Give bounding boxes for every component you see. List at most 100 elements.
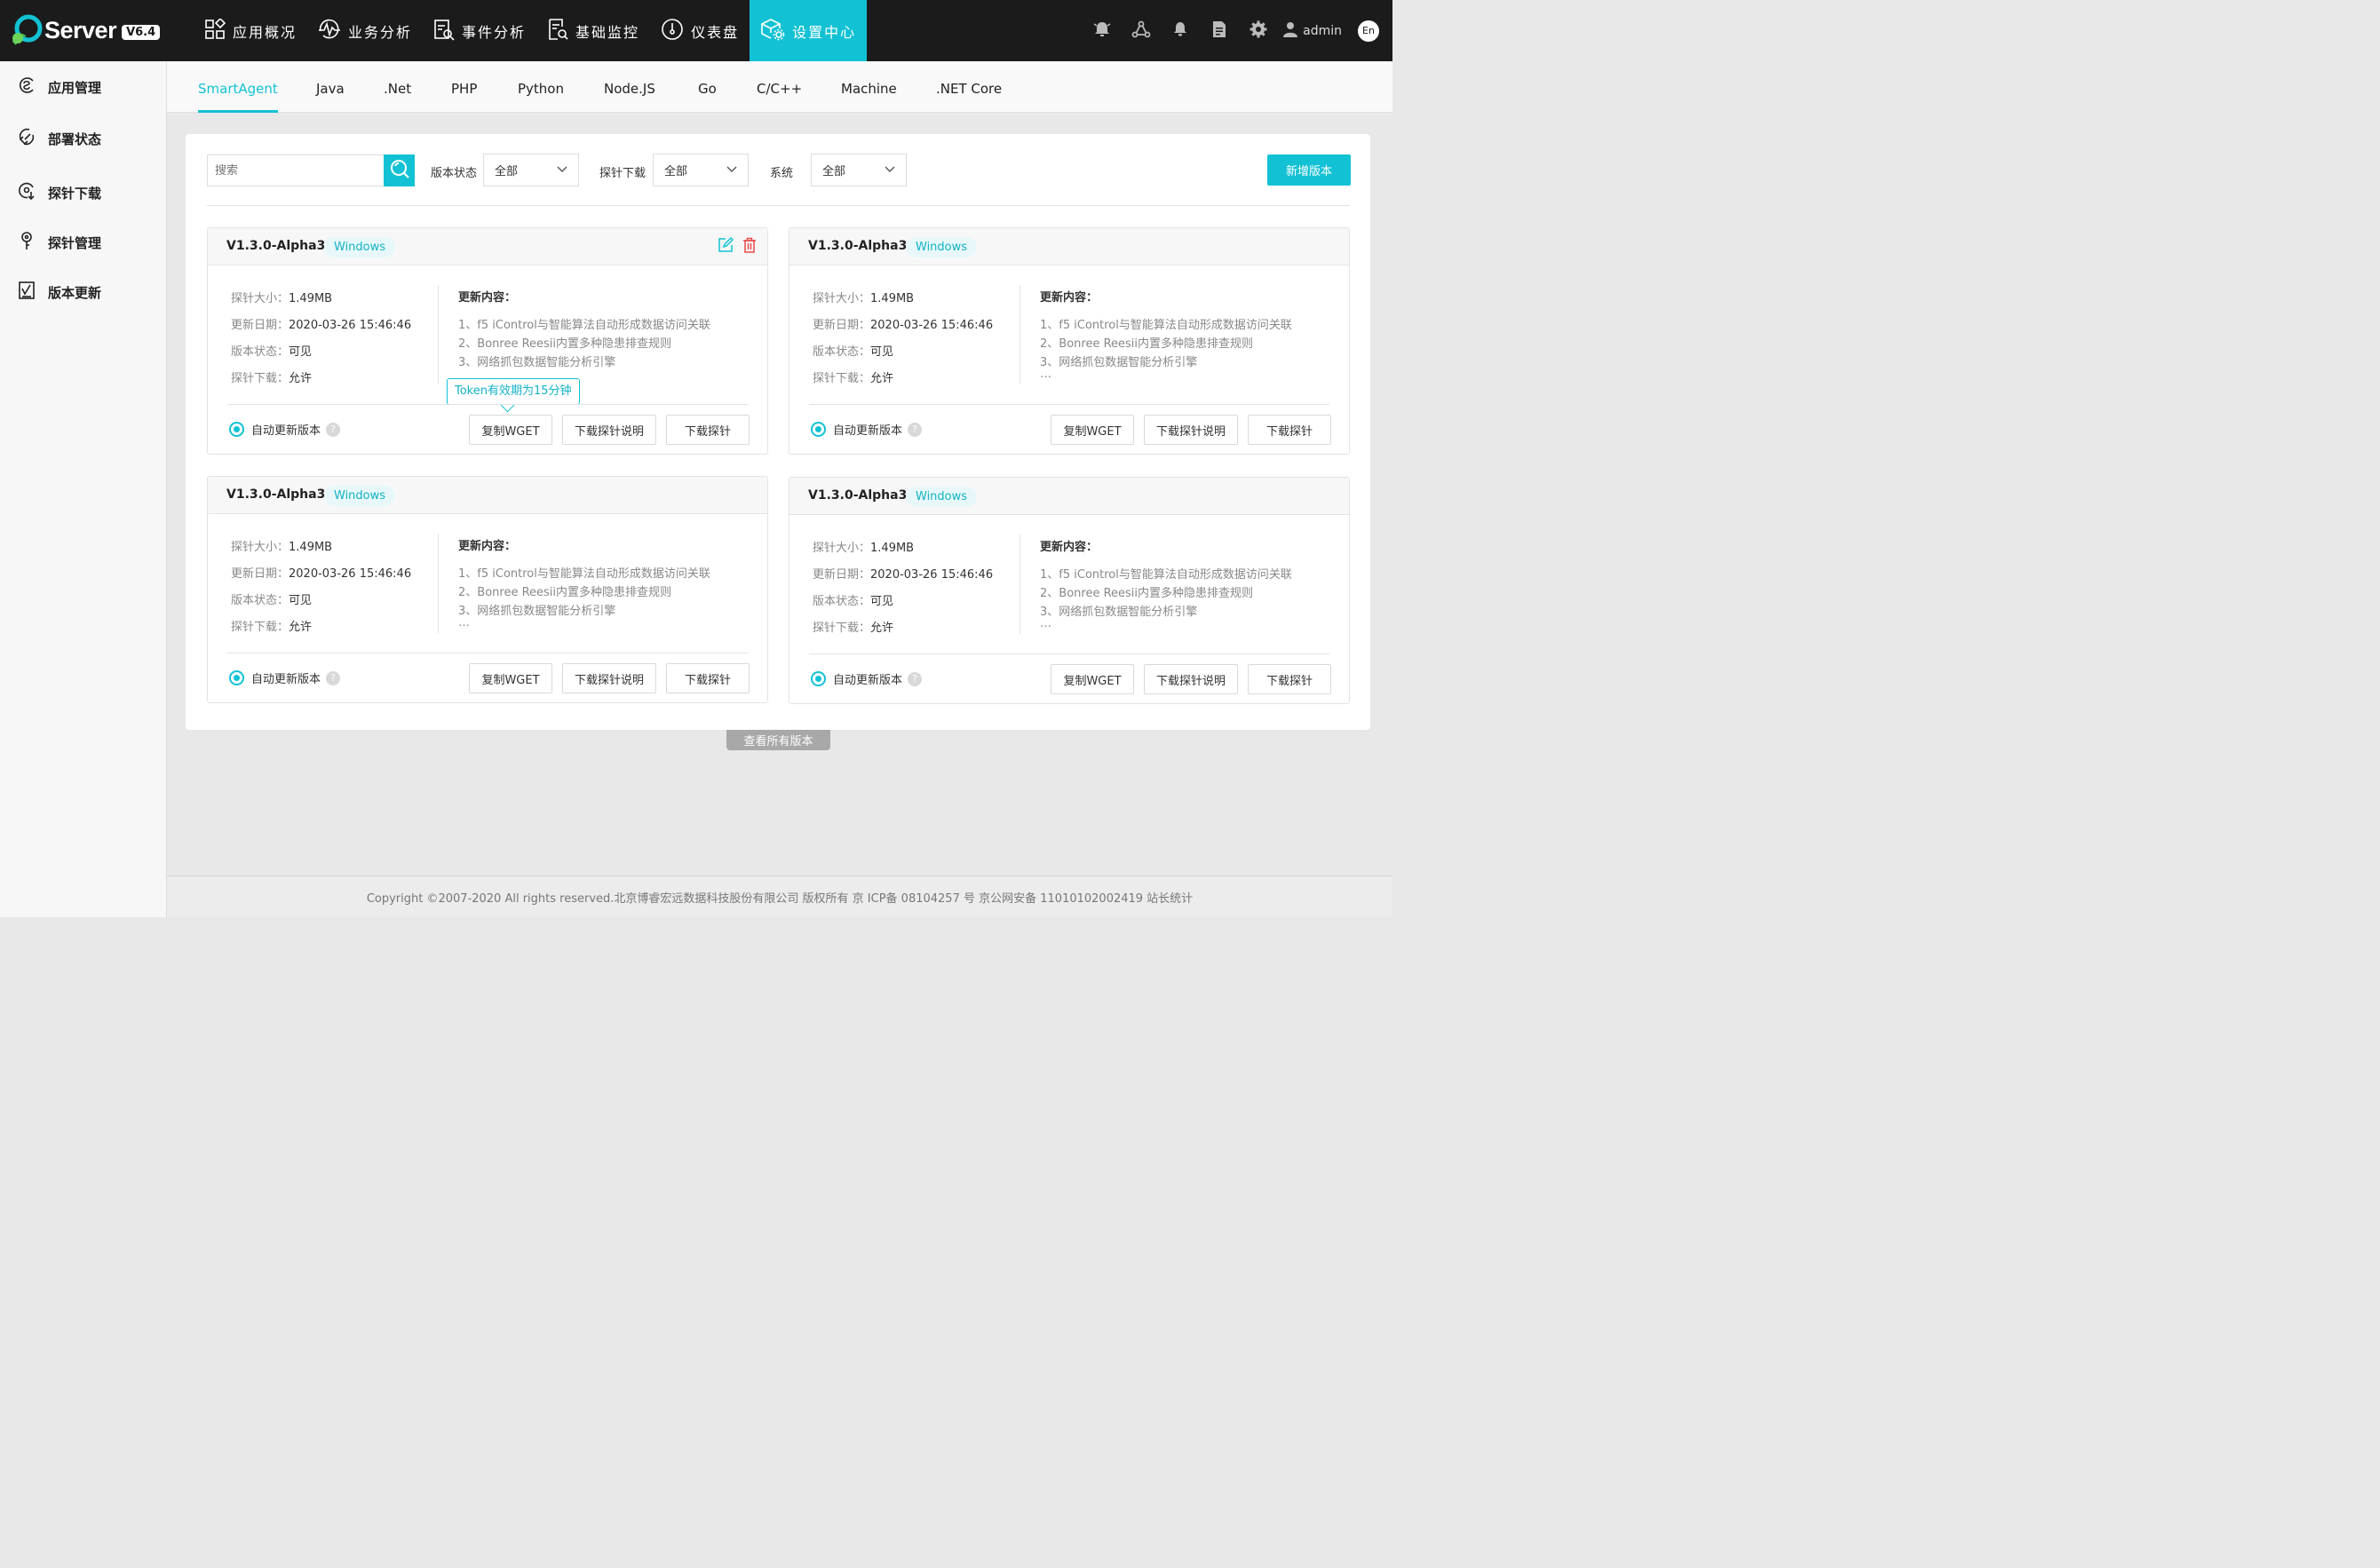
download-probe-button[interactable]: 下载探针 <box>666 663 750 693</box>
help-icon[interactable]: ? <box>326 670 341 685</box>
download-probe-button[interactable]: 下载探针 <box>1248 415 1331 445</box>
header-tools: admin En <box>1083 0 1392 61</box>
sidebar-item-probe-download[interactable]: 探针下载 <box>18 181 101 204</box>
alarm-bell-tool[interactable] <box>1083 0 1122 61</box>
tab-python[interactable]: Python <box>518 61 564 113</box>
app-manage-icon <box>18 75 48 99</box>
search-button[interactable] <box>384 154 415 186</box>
update-line: 3、网络抓包数据智能分析引擎 <box>1040 356 1198 369</box>
card-version: V1.3.0-Alpha33 <box>808 239 916 253</box>
download-doc-button[interactable]: 下载探针说明 <box>562 415 656 445</box>
download-doc-button[interactable]: 下载探针说明 <box>1144 415 1238 445</box>
version-card: V1.3.0-Alpha33 Windows 探针大小：1.49MB 更新日期：… <box>789 227 1350 455</box>
tab-go[interactable]: Go <box>698 61 717 113</box>
nav-business-analysis[interactable]: 业务分析 <box>307 0 423 61</box>
nav-app-overview[interactable]: 应用概况 <box>194 0 307 61</box>
info-value: 可见 <box>289 594 313 607</box>
tab-smartagent[interactable]: SmartAgent <box>198 61 278 113</box>
info-label: 更新日期： <box>231 567 290 581</box>
chevron-down-icon <box>557 163 567 177</box>
probe-download-select[interactable]: 全部 <box>653 154 749 186</box>
view-all-versions-button[interactable]: 查看所有版本 <box>726 730 830 750</box>
info-value: 1.49MB <box>289 541 333 554</box>
auto-update-label: 自动更新版本 <box>833 674 903 687</box>
auto-update-radio[interactable]: 自动更新版本 ? <box>229 421 341 438</box>
version-status-label: 版本状态 <box>431 167 478 180</box>
sidebar-item-label: 部署状态 <box>48 131 102 147</box>
nav-label: 仪表盘 <box>691 23 740 41</box>
docs-tool[interactable] <box>1200 0 1239 61</box>
copy-wget-button[interactable]: 复制WGET <box>469 415 552 445</box>
settings-tool[interactable] <box>1239 0 1278 61</box>
info-value: 1.49MB <box>289 292 333 305</box>
nav-label: 设置中心 <box>792 23 857 41</box>
nav-label: 业务分析 <box>348 23 413 41</box>
divider <box>1019 285 1020 384</box>
system-select[interactable]: 全部 <box>811 154 907 186</box>
info-value: 2020-03-26 15:46:46 <box>870 568 994 582</box>
sidebar-item-label: 探针下载 <box>48 185 102 202</box>
auto-update-radio[interactable]: 自动更新版本 ? <box>811 670 923 687</box>
copy-wget-button[interactable]: 复制WGET <box>1051 664 1134 694</box>
tab-cpp[interactable]: C/C++ <box>757 61 802 113</box>
update-date-row: 更新日期：2020-03-26 15:46:46 <box>231 315 411 332</box>
chevron-down-icon <box>726 163 737 177</box>
sidebar-item-version-update[interactable]: 版本更新 <box>18 281 101 304</box>
nav-basic-monitor[interactable]: 基础监控 <box>536 0 650 61</box>
user-menu[interactable]: admin <box>1283 21 1342 41</box>
info-label: 探针大小： <box>813 542 871 555</box>
logo[interactable]: Server V6.4 <box>9 14 161 46</box>
copy-wget-button[interactable]: 复制WGET <box>1051 415 1134 445</box>
auto-update-radio[interactable]: 自动更新版本 ? <box>229 669 341 686</box>
download-probe-button[interactable]: 下载探针 <box>1248 664 1331 694</box>
update-line: 2、Bonree Reesii内置多种隐患排查规则 <box>458 337 672 351</box>
nav-event-analysis[interactable]: 事件分析 <box>423 0 536 61</box>
probe-size-row: 探针大小：1.49MB <box>813 289 914 305</box>
auto-update-label: 自动更新版本 <box>251 673 321 686</box>
tab-php[interactable]: PHP <box>451 61 477 113</box>
download-probe-button[interactable]: 下载探针 <box>666 415 750 445</box>
tab-java[interactable]: Java <box>316 61 345 113</box>
tab-nodejs[interactable]: Node.JS <box>604 61 655 113</box>
language-switch[interactable]: En <box>1358 20 1379 42</box>
nav-settings-center[interactable]: 设置中心 <box>750 0 868 61</box>
tab-dotnet-core[interactable]: .NET Core <box>936 61 1002 113</box>
copy-wget-button[interactable]: 复制WGET <box>469 663 552 693</box>
os-badge: Windows <box>324 237 396 257</box>
agent-tabs: SmartAgent Java .Net PHP Python Node.JS … <box>167 61 1392 113</box>
tab-dotnet[interactable]: .Net <box>384 61 411 113</box>
info-label: 版本状态： <box>231 594 290 607</box>
delete-icon[interactable] <box>742 237 757 253</box>
add-version-button[interactable]: 新增版本 <box>1267 154 1351 186</box>
download-doc-button[interactable]: 下载探针说明 <box>1144 664 1238 694</box>
version-status-select[interactable]: 全部 <box>483 154 579 186</box>
sidebar-item-app-manage[interactable]: 应用管理 <box>18 75 101 99</box>
sidebar-item-probe-manage[interactable]: 探针管理 <box>18 231 101 254</box>
update-date-row: 更新日期：2020-03-26 15:46:46 <box>231 564 411 581</box>
sidebar: 应用管理 部署状态 探针下载 探针管理 版本更新 <box>0 61 167 917</box>
info-label: 探针下载： <box>813 372 871 385</box>
tab-machine[interactable]: Machine <box>841 61 897 113</box>
help-icon[interactable]: ? <box>908 422 923 437</box>
update-line: 2、Bonree Reesii内置多种隐患排查规则 <box>1040 337 1254 351</box>
sidebar-item-deploy-status[interactable]: 部署状态 <box>18 127 101 150</box>
info-label: 版本状态： <box>813 345 871 359</box>
help-icon[interactable]: ? <box>326 422 341 437</box>
nav-dashboard[interactable]: 仪表盘 <box>650 0 750 61</box>
auto-update-radio[interactable]: 自动更新版本 ? <box>811 421 923 438</box>
info-label: 探针下载： <box>231 372 290 385</box>
edit-icon[interactable] <box>718 237 734 253</box>
download-doc-button[interactable]: 下载探针说明 <box>562 663 656 693</box>
gear-icon <box>1250 20 1267 42</box>
user-icon <box>1283 21 1303 41</box>
nav-label: 事件分析 <box>462 23 527 41</box>
update-content-title: 更新内容： <box>458 540 517 553</box>
help-icon[interactable]: ? <box>908 671 923 686</box>
notification-tool[interactable] <box>1161 0 1200 61</box>
topology-tool[interactable] <box>1122 0 1161 61</box>
version-status-row: 版本状态：可见 <box>231 342 312 359</box>
footer-copyright: Copyright ©2007-2020 All rights reserved… <box>167 875 1392 917</box>
search-input[interactable] <box>207 154 385 186</box>
version-card: V1.3.0-Alpha33 Windows 探针大小：1.49MB 更新日期：… <box>789 477 1350 704</box>
document-icon <box>1211 20 1227 42</box>
